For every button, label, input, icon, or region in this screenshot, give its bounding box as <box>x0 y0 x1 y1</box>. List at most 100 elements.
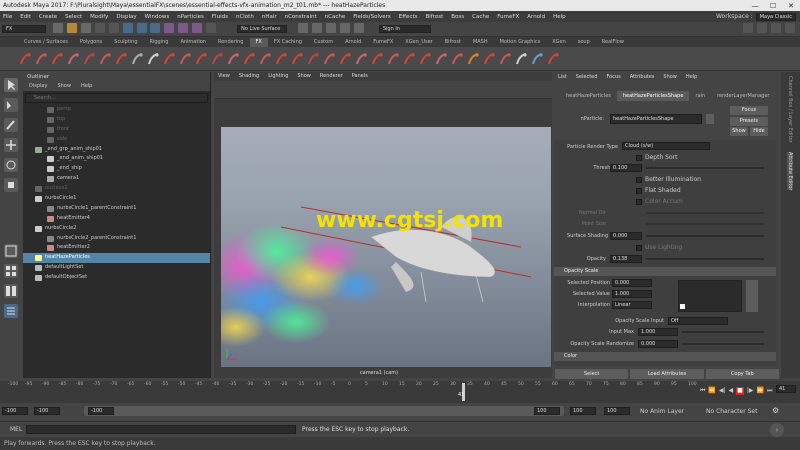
node-name-field[interactable]: heatHazeParticlesShape <box>610 114 702 124</box>
snap-point-icon[interactable] <box>192 23 203 33</box>
interpolation-dropdown[interactable]: Linear <box>612 301 652 309</box>
shelf-tool-16-icon[interactable] <box>260 52 271 66</box>
shelf-tool-25-icon[interactable] <box>404 52 415 66</box>
ramp-key-marker[interactable] <box>680 304 685 309</box>
single-pane-icon[interactable] <box>4 244 18 258</box>
go-to-start-icon[interactable]: ⏮ <box>700 387 705 395</box>
menu-bifrost[interactable]: Bifrost <box>426 14 444 20</box>
step-back-icon[interactable]: ⏪ <box>708 387 715 395</box>
shelf-tab-realflow[interactable]: RealFlow <box>596 38 630 47</box>
shelf-tool-13-icon[interactable] <box>212 52 223 66</box>
presets-button[interactable]: Presets <box>730 117 768 126</box>
attr-tab-heathazeparticlesshape[interactable]: heatHazeParticlesShape <box>616 91 690 101</box>
script-language-label[interactable]: MEL <box>10 426 22 433</box>
shelf-tab-rigging[interactable]: Rigging <box>144 38 175 47</box>
outliner-menu-help[interactable]: Help <box>81 82 92 91</box>
shelf-tool-5-icon[interactable] <box>84 52 95 66</box>
shelf-tool-34-icon[interactable] <box>548 52 559 66</box>
attribute-editor-tab[interactable]: Attribute Editor <box>787 152 793 191</box>
shelf-tool-15-icon[interactable] <box>244 52 255 66</box>
shelf-tab-soup[interactable]: soup <box>572 38 596 47</box>
menu-nconstraint[interactable]: nConstraint <box>285 14 317 20</box>
outliner-item[interactable]: nurbsCircle2_parentConstraint1 <box>23 234 210 244</box>
show-button[interactable]: Show <box>730 127 748 136</box>
shelf-tool-32-icon[interactable] <box>516 52 527 66</box>
shelf-tool-2-icon[interactable] <box>36 52 47 66</box>
tool-settings-icon[interactable] <box>771 23 782 33</box>
shelf-tool-3-icon[interactable] <box>52 52 63 66</box>
shelf-tool-30-icon[interactable] <box>484 52 495 66</box>
menu-fields-solvers[interactable]: Fields/Solvers <box>353 14 391 20</box>
shelf-tool-24-icon[interactable] <box>388 52 399 66</box>
render-view-icon[interactable] <box>298 23 309 33</box>
shelf-tool-17-icon[interactable] <box>276 52 287 66</box>
select-tool-icon[interactable] <box>4 78 18 92</box>
select-hierarchy-icon[interactable] <box>122 23 133 33</box>
opacity-ramp-graph[interactable] <box>678 280 742 312</box>
menu-arnold[interactable]: Arnold <box>527 14 545 20</box>
character-set-dropdown[interactable]: No Character Set <box>706 408 757 415</box>
outliner-item[interactable]: side <box>23 135 210 145</box>
menu-boss[interactable]: Boss <box>451 14 464 20</box>
attr-tab-renderlayermanager[interactable]: renderLayerManager <box>711 91 775 101</box>
flat-shaded-check[interactable]: Flat Shaded <box>636 187 681 194</box>
shelf-tool-1-icon[interactable] <box>20 52 31 66</box>
shelf-tab-bifrost[interactable]: Bifrost <box>439 38 467 47</box>
render-frame-icon[interactable] <box>312 23 323 33</box>
menu-ncache[interactable]: nCache <box>325 14 346 20</box>
outliner-item[interactable]: top <box>23 115 210 125</box>
copy-tab-button[interactable]: Copy Tab <box>705 369 779 379</box>
shelf-tab-mash[interactable]: MASH <box>467 38 494 47</box>
end-time-field[interactable]: 100 <box>604 407 630 415</box>
channel-box-icon[interactable] <box>785 23 795 33</box>
outliner-item[interactable]: nucleus1 <box>23 184 210 194</box>
history-icon[interactable] <box>206 23 217 33</box>
outliner-item[interactable]: nurbsCircle2 <box>23 224 210 234</box>
outliner-item[interactable]: defaultObjectSet <box>23 273 210 283</box>
start-time-field[interactable]: -100 <box>2 407 28 415</box>
viewport-menu-panels[interactable]: Panels <box>352 72 368 81</box>
new-scene-icon[interactable] <box>53 23 63 33</box>
render-settings-icon[interactable] <box>339 23 350 33</box>
menu-cache[interactable]: Cache <box>472 14 489 20</box>
shelf-tool-10-icon[interactable] <box>164 52 175 66</box>
menu-windows[interactable]: Windows <box>145 14 170 20</box>
minimize-button[interactable]: — <box>746 2 764 10</box>
menu-file[interactable]: File <box>3 14 12 20</box>
viewport-menu-show[interactable]: Show <box>297 72 311 81</box>
shelf-tab-sculpting[interactable]: Sculpting <box>108 38 143 47</box>
shelf-tab-xgen-user[interactable]: XGen_User <box>399 38 438 47</box>
outliner-item[interactable]: _end_grp_anim_ship01 <box>23 145 210 155</box>
select-object-icon[interactable] <box>136 23 147 33</box>
selected-position-field[interactable]: 0.000 <box>612 279 652 287</box>
input-max-slider[interactable] <box>682 331 764 333</box>
focus-button[interactable]: Focus <box>730 106 768 115</box>
outliner-item[interactable]: heatHazeParticles <box>23 253 210 264</box>
live-surface-field[interactable]: No Live Surface <box>237 25 288 33</box>
current-frame-field[interactable]: 41 <box>776 385 796 393</box>
better-illum-check[interactable]: Better Illumination <box>636 176 701 183</box>
shelf-tab-polygons[interactable]: Polygons <box>74 38 108 47</box>
channel-box-tab[interactable]: Channel Box / Layer Editor <box>787 76 793 143</box>
shelf-tool-27-icon[interactable] <box>436 52 447 66</box>
menu-ncloth[interactable]: nCloth <box>236 14 254 20</box>
script-editor-icon[interactable]: › <box>770 423 784 437</box>
menu-create[interactable]: Create <box>39 14 57 20</box>
workspace-dropdown[interactable]: Maya Classic <box>755 12 796 21</box>
shelf-tool-33-icon[interactable] <box>532 52 543 66</box>
attr-menu-show[interactable]: Show <box>663 72 677 82</box>
threshold-slider[interactable] <box>646 167 764 169</box>
ramp-expand-icon[interactable] <box>746 280 758 312</box>
shelf-tab-motion-graphics[interactable]: Motion Graphics <box>494 38 547 47</box>
viewport-menu-lighting[interactable]: Lighting <box>268 72 288 81</box>
four-pane-icon[interactable] <box>4 264 18 278</box>
menu-effects[interactable]: Effects <box>399 14 418 20</box>
shelf-tool-14-icon[interactable] <box>228 52 239 66</box>
shelf-tab-arnold[interactable]: Arnold <box>339 38 367 47</box>
paint-select-icon[interactable] <box>4 118 18 132</box>
menu-nhair[interactable]: nHair <box>262 14 277 20</box>
shelf-tool-6-icon[interactable] <box>100 52 111 66</box>
threshold-field[interactable]: 0.100 <box>610 164 642 172</box>
shelf-tool-11-icon[interactable] <box>180 52 191 66</box>
normal-dir-slider[interactable] <box>646 212 764 214</box>
